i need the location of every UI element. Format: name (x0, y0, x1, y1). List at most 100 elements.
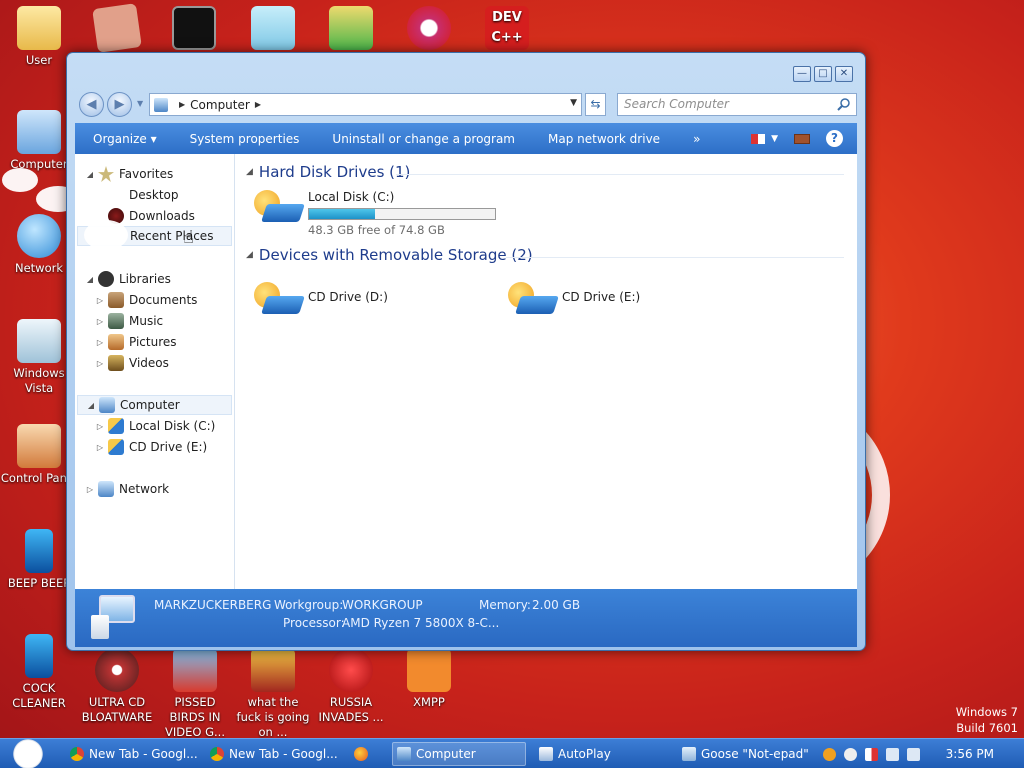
nav-label: Computer (120, 398, 180, 412)
expand-arrow-icon[interactable]: ▷ (95, 359, 105, 368)
notepad-icon (682, 747, 696, 761)
expand-arrow-icon[interactable]: ▷ (95, 338, 105, 347)
view-dropdown-icon[interactable]: ▼ (771, 134, 778, 144)
collapse-arrow-icon[interactable]: ◢ (246, 250, 253, 260)
taskbar-chrome-tab-1[interactable]: New Tab - Googl... (66, 742, 202, 766)
organize-button[interactable]: Organize ▾ (75, 132, 172, 146)
nav-music[interactable]: ▷ Music (95, 311, 163, 331)
collapse-arrow-icon[interactable]: ◢ (86, 401, 96, 410)
taskbar-firefox[interactable] (350, 742, 380, 766)
tray-app-icon[interactable] (843, 747, 857, 761)
change-view-button[interactable]: ▼ (751, 133, 778, 144)
breadcrumb-computer[interactable]: Computer (190, 98, 250, 112)
chrome-icon (210, 747, 224, 761)
breadcrumb-separator-icon[interactable]: ▶ (179, 100, 185, 109)
expand-arrow-icon[interactable]: ▷ (95, 443, 105, 452)
drive-name: CD Drive (D:) (308, 290, 388, 304)
desktop-icon-wtf[interactable]: what the fuck is going on ... (234, 648, 312, 740)
videos-icon (108, 355, 124, 371)
desktop-icon-dev-cpp[interactable]: DEV C++ (468, 6, 546, 53)
address-bar[interactable]: ▶ Computer ▶ ▼ (149, 93, 582, 116)
navigation-pane: ◢ Favorites Desktop Downloads Recent Pla… (75, 154, 235, 589)
nav-favorites[interactable]: ◢ Favorites (85, 164, 173, 184)
network-icon[interactable] (885, 747, 899, 761)
drive-cd-d[interactable]: CD Drive (D:) (254, 282, 388, 322)
xampp-icon (407, 648, 451, 692)
desktop-icon-top-5[interactable] (390, 6, 468, 53)
recent-pages-dropdown[interactable]: ▼ (137, 99, 143, 108)
recycle-bin-icon (17, 319, 61, 363)
hand-cursor-icon: ☝ (183, 227, 194, 248)
nav-local-disk[interactable]: ▷ Local Disk (C:) (95, 416, 215, 436)
maximize-button[interactable]: □ (814, 66, 832, 82)
clock[interactable]: 3:56 PM (946, 747, 994, 761)
drive-icon (254, 190, 305, 230)
desktop-icon-ultra-cd[interactable]: ULTRA CD BLOATWARE (78, 648, 156, 725)
expand-arrow-icon[interactable]: ▷ (95, 296, 105, 305)
command-prompt-icon (172, 6, 216, 50)
desktop-icon-xmpp[interactable]: XMPP (390, 648, 468, 710)
nav-documents[interactable]: ▷ Documents (95, 290, 197, 310)
expand-arrow-icon[interactable]: ▷ (95, 317, 105, 326)
nav-pictures[interactable]: ▷ Pictures (95, 332, 177, 352)
expand-arrow-icon[interactable]: ▷ (85, 485, 95, 494)
close-button[interactable]: ✕ (835, 66, 853, 82)
nav-desktop[interactable]: Desktop (95, 185, 179, 205)
search-icon[interactable] (837, 97, 851, 111)
cd-burner-icon (95, 648, 139, 692)
search-icon[interactable] (822, 747, 836, 761)
taskbar-chrome-tab-2[interactable]: New Tab - Googl... (206, 742, 342, 766)
nav-libraries[interactable]: ◢ Libraries (85, 269, 171, 289)
group-removable-storage[interactable]: ◢ Devices with Removable Storage (2) (246, 246, 533, 264)
desktop-icon-pissed-birds[interactable]: PISSED BIRDS IN VIDEO G... (156, 648, 234, 740)
drive-icon (254, 282, 305, 322)
minimize-button[interactable]: — (793, 66, 811, 82)
explorer-content: ◢ Favorites Desktop Downloads Recent Pla… (75, 154, 857, 589)
nav-videos[interactable]: ▷ Videos (95, 353, 169, 373)
refresh-button[interactable]: ⇆ (585, 93, 606, 116)
caption-buttons: — □ ✕ (793, 66, 853, 82)
start-button[interactable] (9, 739, 47, 768)
workgroup-label: Workgroup: (274, 598, 344, 612)
desktop-icon-top-1[interactable] (78, 3, 156, 53)
taskbar-notepad[interactable]: Goose "Not-epad" (678, 742, 812, 766)
desktop-icon-russia-invades[interactable]: RUSSIA INVADES ... (312, 648, 390, 725)
group-hard-disk-drives[interactable]: ◢ Hard Disk Drives (1) (246, 163, 410, 181)
watermark-line2: Build 7601 (956, 721, 1018, 735)
taskbar-autoplay[interactable]: AutoPlay (535, 742, 669, 766)
search-input[interactable]: Search Computer (617, 93, 857, 116)
nav-cd-drive[interactable]: ▷ CD Drive (E:) (95, 437, 207, 457)
navigation-bar: ◀ ▶ ▼ ▶ Computer ▶ ▼ ⇆ Search Computer (79, 91, 857, 117)
expand-arrow-icon[interactable]: ▷ (95, 422, 105, 431)
collapse-arrow-icon[interactable]: ◢ (246, 167, 253, 177)
taskbar-computer[interactable]: Computer (392, 742, 526, 766)
nav-network[interactable]: ▷ Network (85, 479, 169, 499)
address-dropdown-icon[interactable]: ▼ (570, 98, 577, 108)
volume-icon[interactable] (906, 747, 920, 761)
preview-pane-icon[interactable] (794, 133, 810, 144)
forward-button[interactable]: ▶ (107, 92, 132, 117)
nav-label: Music (129, 314, 164, 328)
nav-computer[interactable]: ◢ Computer (77, 395, 232, 415)
red-seal-icon (329, 648, 373, 692)
angry-bird-icon (173, 648, 217, 692)
action-center-flag-icon[interactable] (864, 747, 878, 761)
help-icon[interactable]: ? (826, 130, 843, 147)
computer-name: MARKZUCKERBERG (154, 598, 272, 612)
collapse-arrow-icon[interactable]: ◢ (85, 170, 95, 179)
more-commands-button[interactable]: » (675, 132, 715, 146)
desktop-icon-top-3[interactable] (234, 6, 312, 53)
uninstall-program-button[interactable]: Uninstall or change a program (314, 132, 530, 146)
map-network-drive-button[interactable]: Map network drive (530, 132, 675, 146)
desktop-icon-top-4[interactable] (312, 6, 390, 53)
system-properties-button[interactable]: System properties (172, 132, 315, 146)
desktop-icon-cmd[interactable] (155, 6, 233, 53)
disk-free-text: 48.3 GB free of 74.8 GB (308, 223, 445, 237)
collapse-arrow-icon[interactable]: ◢ (85, 275, 95, 284)
breadcrumb-separator-icon[interactable]: ▶ (255, 100, 261, 109)
drive-cd-e[interactable]: CD Drive (E:) (508, 282, 640, 322)
task-label: Goose "Not-epad" (701, 747, 809, 761)
drive-local-disk-c[interactable]: Local Disk (C:) 48.3 GB free of 74.8 GB (254, 190, 496, 237)
pig-game-icon (329, 6, 373, 50)
back-button[interactable]: ◀ (79, 92, 104, 117)
